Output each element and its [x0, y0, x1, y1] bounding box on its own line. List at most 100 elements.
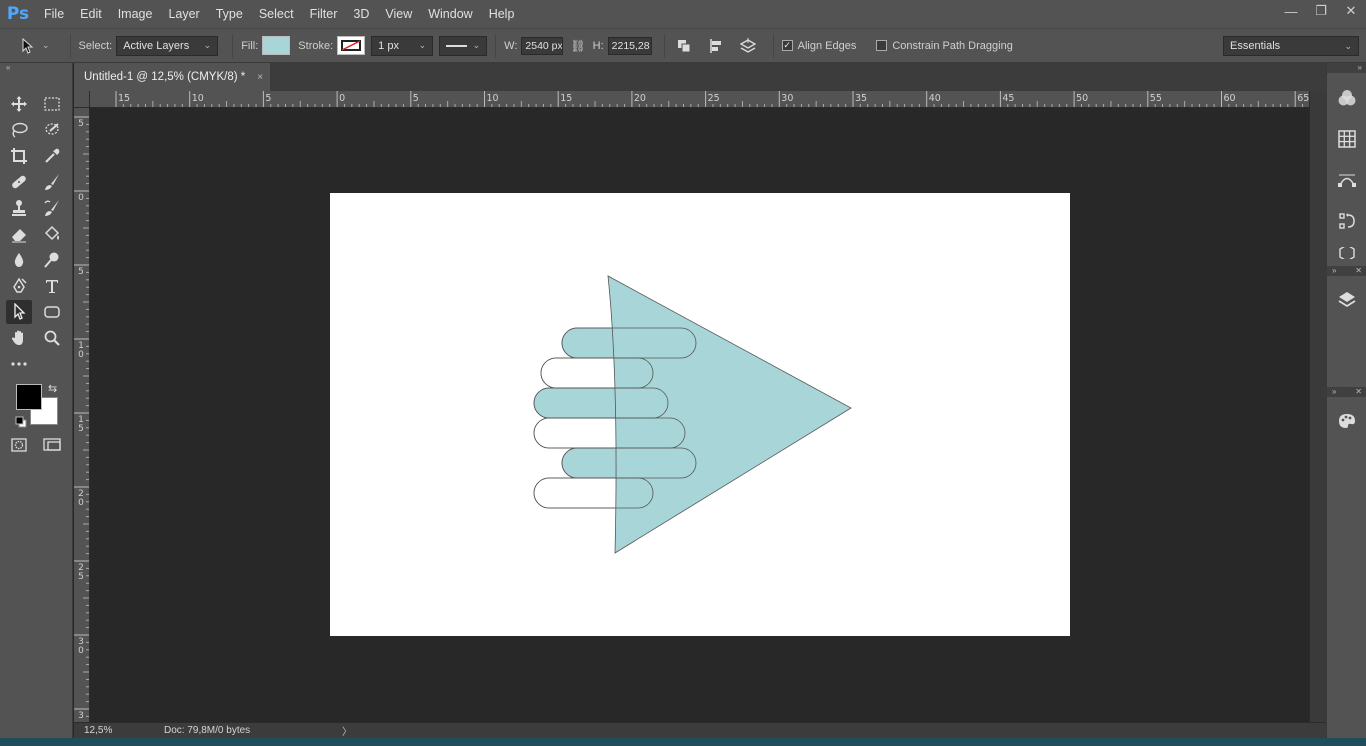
- more-dots-icon: [11, 362, 27, 366]
- brush-tool[interactable]: [39, 170, 65, 194]
- height-input[interactable]: 2215,28 p: [607, 36, 652, 55]
- marquee-tool[interactable]: [39, 92, 65, 116]
- menu-help[interactable]: Help: [481, 0, 523, 28]
- collapse-toolbar-icon[interactable]: «: [0, 63, 72, 73]
- menu-filter[interactable]: Filter: [302, 0, 346, 28]
- lasso-tool[interactable]: [6, 118, 32, 142]
- document-canvas[interactable]: [330, 193, 1070, 636]
- eyedropper-tool[interactable]: [39, 144, 65, 168]
- tool-preset-picker[interactable]: [20, 37, 42, 54]
- quick-selection-tool[interactable]: [39, 118, 65, 142]
- width-input[interactable]: 2540 px: [521, 36, 564, 55]
- ruler-label: 3 0: [78, 637, 84, 656]
- fill-swatch[interactable]: [262, 36, 291, 55]
- menu-view[interactable]: View: [377, 0, 420, 28]
- ruler-label: 2 5: [78, 563, 84, 582]
- vertical-scrollbar[interactable]: [1309, 91, 1326, 722]
- color-panel-button[interactable]: [1335, 86, 1359, 110]
- screen-mode-button[interactable]: [39, 433, 65, 457]
- rectangle-tool[interactable]: [39, 300, 65, 324]
- hand-tool[interactable]: [6, 326, 32, 350]
- ruler-label: 0: [339, 93, 346, 104]
- adjustments-panel-button[interactable]: [1335, 209, 1359, 233]
- swap-colors-icon[interactable]: ⇆: [48, 382, 57, 395]
- expand-icon[interactable]: »: [1332, 387, 1336, 397]
- crop-tool[interactable]: [6, 144, 32, 168]
- menu-window[interactable]: Window: [420, 0, 480, 28]
- move-tool[interactable]: [6, 92, 32, 116]
- close-window-button[interactable]: ✕: [1336, 0, 1366, 22]
- workspace-dropdown[interactable]: Essentials ⌄: [1223, 36, 1359, 56]
- blur-tool[interactable]: [6, 248, 32, 272]
- menu-3d[interactable]: 3D: [345, 0, 377, 28]
- document-tab[interactable]: Untitled-1 @ 12,5% (CMYK/8) * ×: [74, 63, 270, 91]
- restore-button[interactable]: ❐: [1306, 0, 1336, 22]
- triangle-shape[interactable]: [607, 275, 852, 554]
- close-group-icon[interactable]: ✕: [1355, 387, 1362, 397]
- select-dropdown[interactable]: Active Layers ⌄: [116, 35, 219, 56]
- constrain-path-checkbox[interactable]: [876, 40, 888, 51]
- link-icon[interactable]: ⛓: [570, 39, 585, 53]
- healing-brush-tool[interactable]: [6, 170, 32, 194]
- stroke-width-dropdown[interactable]: 1 px ⌄: [371, 35, 434, 56]
- select-value: Active Layers: [123, 39, 190, 52]
- vertical-ruler[interactable]: 5 0 5 1 0 1 5 2 0 2 5 3 0 3: [74, 108, 90, 722]
- ruler-label: 10: [191, 93, 204, 104]
- dock-group-header[interactable]: » ✕: [1327, 266, 1366, 276]
- dock-group-header[interactable]: » ✕: [1327, 387, 1366, 397]
- menu-layer[interactable]: Layer: [160, 0, 207, 28]
- horizontal-ruler[interactable]: 15 10 5 0 5 10 15 20 25 30 35 40 45 50 55 60 65: [90, 91, 1309, 108]
- document-info: Doc: 79,8M/0 bytes: [164, 725, 251, 736]
- stroke-type-dropdown[interactable]: ⌄: [439, 35, 488, 56]
- eyedropper-icon: [45, 148, 60, 163]
- canvas-area[interactable]: [91, 108, 1309, 722]
- close-group-icon[interactable]: ✕: [1355, 266, 1362, 276]
- align-edges-checkbox[interactable]: ✓: [781, 40, 793, 51]
- menu-type[interactable]: Type: [208, 0, 251, 28]
- type-tool[interactable]: [39, 274, 65, 298]
- pen-tool[interactable]: [6, 274, 32, 298]
- paths-panel-button[interactable]: [1335, 168, 1359, 192]
- layers-panel-button[interactable]: [1335, 288, 1359, 312]
- default-colors-icon[interactable]: [15, 416, 27, 428]
- ruler-origin[interactable]: [74, 91, 90, 108]
- quick-mask-button[interactable]: [6, 433, 32, 457]
- clone-stamp-tool[interactable]: [6, 196, 32, 220]
- document-tab-title: Untitled-1 @ 12,5% (CMYK/8) *: [84, 71, 246, 83]
- zoom-tool[interactable]: [39, 326, 65, 350]
- dodge-tool[interactable]: [39, 248, 65, 272]
- preset-chevron-icon[interactable]: ⌄: [42, 40, 50, 51]
- eraser-tool[interactable]: [6, 222, 32, 246]
- ruler-label: 50: [1076, 93, 1089, 104]
- path-arrangement-button[interactable]: [737, 35, 759, 57]
- path-arrangement-icon: [739, 37, 756, 53]
- workspace-value: Essentials: [1230, 40, 1281, 52]
- zoom-level[interactable]: 12,5%: [74, 725, 122, 736]
- dock-collapse-bar[interactable]: »: [1327, 63, 1366, 73]
- path-selection-tool[interactable]: [6, 300, 32, 324]
- swatches-panel-button[interactable]: [1335, 127, 1359, 151]
- separator: [495, 33, 497, 58]
- expand-icon[interactable]: »: [1332, 266, 1336, 276]
- 3d-panel-button[interactable]: [1335, 247, 1359, 259]
- width-label: W:: [504, 39, 518, 52]
- stamp-icon: [12, 200, 26, 216]
- expand-panels-icon[interactable]: »: [1358, 63, 1362, 73]
- menu-image[interactable]: Image: [110, 0, 161, 28]
- ruler-label: 15: [118, 93, 131, 104]
- foreground-color-swatch[interactable]: [16, 384, 42, 410]
- path-operations-button[interactable]: [673, 35, 695, 57]
- ruler-label: 20: [633, 93, 646, 104]
- stroke-swatch[interactable]: [337, 36, 366, 55]
- paint-bucket-tool[interactable]: [39, 222, 65, 246]
- minimize-button[interactable]: —: [1276, 0, 1306, 22]
- more-tools-button[interactable]: [6, 352, 32, 376]
- history-brush-tool[interactable]: [39, 196, 65, 220]
- status-menu-arrow-icon[interactable]: 〉: [342, 723, 352, 738]
- menu-file[interactable]: File: [36, 0, 72, 28]
- brush-presets-panel-button[interactable]: [1335, 409, 1359, 433]
- close-tab-icon[interactable]: ×: [257, 72, 263, 83]
- menu-select[interactable]: Select: [251, 0, 302, 28]
- menu-edit[interactable]: Edit: [72, 0, 110, 28]
- path-alignment-button[interactable]: [705, 35, 727, 57]
